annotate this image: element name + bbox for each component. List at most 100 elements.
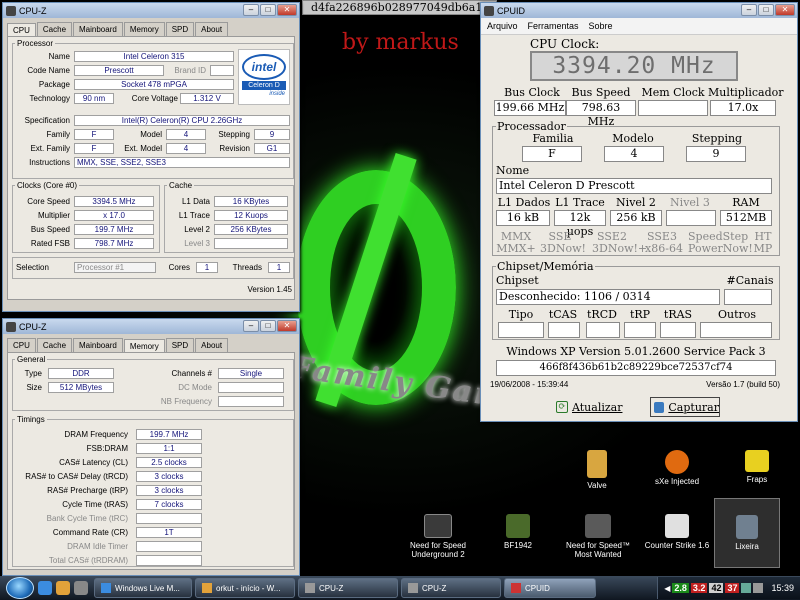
capture-button[interactable]: Capturar	[650, 397, 720, 417]
cpuz-window-memory[interactable]: CPU-Z – □ ✕ CPU Cache Mainboard Memory S…	[2, 318, 300, 576]
titlebar[interactable]: CPU-Z – □ ✕	[3, 3, 299, 18]
desktop-icon-label: Need for Speed Underground 2	[409, 541, 467, 559]
desktop-icon-nfsu2[interactable]: Need for Speed Underground 2	[398, 514, 478, 559]
version-text: Version 1.45	[247, 285, 292, 294]
desktop-icon-bf1942[interactable]: BF1942	[478, 514, 558, 550]
ie-icon[interactable]	[38, 581, 52, 595]
nome-label: Nome	[496, 164, 530, 177]
trdram-label: Total CAS# (tRDRAM)	[48, 556, 128, 565]
tab-cache[interactable]: Cache	[36, 338, 73, 352]
familia-value: F	[522, 146, 582, 162]
tab-about[interactable]: About	[195, 22, 229, 36]
chipset-label: Chipset	[496, 274, 539, 287]
tray-expand-icon[interactable]: ◀	[664, 584, 670, 593]
system-tray: ◀ 2.8 3.2 42 37 15:39	[657, 577, 800, 599]
inside-text: inside	[269, 91, 285, 97]
tray-value-2: 3.2	[690, 583, 708, 593]
taskbar-button-cpuz-2[interactable]: CPU-Z	[401, 578, 501, 598]
trc-value	[136, 513, 202, 524]
stepping-value: 9	[686, 146, 746, 162]
close-button[interactable]: ✕	[277, 320, 297, 332]
tab-mainboard[interactable]: Mainboard	[73, 338, 123, 352]
tab-memory[interactable]: Memory	[123, 22, 165, 36]
wallpaper-signature: by markus	[342, 30, 459, 55]
volume-icon[interactable]	[753, 583, 764, 593]
tras-value	[660, 322, 696, 338]
show-desktop-icon[interactable]	[74, 581, 88, 595]
close-button[interactable]: ✕	[277, 4, 297, 16]
l1-trace-value: 12 Kuops	[214, 210, 288, 221]
timings-legend: Timings	[17, 415, 45, 424]
desktop-icon-nfsmw[interactable]: Need for Speed™ Most Wanted	[558, 514, 638, 559]
tab-spd[interactable]: SPD	[165, 22, 195, 36]
titlebar[interactable]: CPUID – □ ✕	[481, 3, 797, 18]
update-button[interactable]: ⟳ Atualizar	[556, 398, 630, 416]
tcas-label: tCAS	[548, 308, 578, 321]
tab-mainboard[interactable]: Mainboard	[73, 22, 123, 36]
nfs-mw-icon	[585, 514, 611, 538]
bus-clock-value: 199.66 MHz	[494, 100, 566, 116]
minimize-button[interactable]: –	[741, 4, 757, 16]
refresh-icon: ⟳	[556, 401, 568, 413]
familia-label: Familia	[532, 132, 574, 145]
level2-value: 256 KBytes	[214, 224, 288, 235]
revision-label: Revision	[219, 144, 250, 153]
taskbar-button-windows-live[interactable]: Windows Live M...	[94, 578, 192, 598]
l1-dados-value: 16 kB	[496, 210, 550, 226]
ram-label: RAM	[732, 196, 760, 209]
tras-label: Cycle Time (tRAS)	[62, 500, 128, 509]
menu-arquivo[interactable]: Arquivo	[487, 21, 518, 31]
codename-label: Code Name	[27, 66, 70, 75]
tab-cpu[interactable]: CPU	[7, 338, 36, 352]
tab-memory[interactable]: Memory	[123, 339, 165, 353]
flag-x86-64: x86-64	[645, 242, 683, 255]
minimize-button[interactable]: –	[243, 4, 259, 16]
desktop-icon-fraps[interactable]: Fraps	[717, 450, 797, 484]
l1-dados-label: L1 Dados	[497, 196, 551, 209]
taskbar-button-cpuid[interactable]: CPUID	[504, 578, 596, 598]
level3-label: Level 3	[184, 239, 210, 248]
maximize-button[interactable]: □	[758, 4, 774, 16]
folder-icon	[587, 450, 607, 478]
titlebar[interactable]: CPU-Z – □ ✕	[3, 319, 299, 334]
trcd-value: 3 clocks	[136, 471, 202, 482]
cpuz-window-cpu[interactable]: CPU-Z – □ ✕ CPU Cache Mainboard Memory S…	[2, 2, 300, 312]
desktop-icon-valve[interactable]: Valve	[557, 450, 637, 490]
desktop-icon-cs16[interactable]: Counter Strike 1.6	[637, 514, 717, 550]
network-icon[interactable]	[741, 583, 752, 593]
model-label: Model	[140, 130, 162, 139]
cores-value: 1	[196, 262, 218, 273]
menu-sobre[interactable]: Sobre	[589, 21, 613, 31]
desktop-icon-label: sXe Injected	[654, 477, 700, 486]
close-button[interactable]: ✕	[775, 4, 795, 16]
minimize-button[interactable]: –	[243, 320, 259, 332]
flag-powernow: PowerNow!	[688, 242, 753, 255]
bf1942-icon	[506, 514, 530, 538]
taskbar-button-orkut[interactable]: orkut - início - W...	[195, 578, 295, 598]
firefox-icon[interactable]	[56, 581, 70, 595]
bus-speed-label: Bus Speed	[571, 86, 631, 99]
clock[interactable]: 15:39	[771, 583, 794, 593]
maximize-button[interactable]: □	[260, 320, 276, 332]
start-button[interactable]	[6, 577, 34, 599]
mem-clock-value	[638, 100, 708, 116]
taskbar-button-cpuz-1[interactable]: CPU-Z	[298, 578, 398, 598]
menu-ferramentas[interactable]: Ferramentas	[528, 21, 579, 31]
trp-label: RAS# Precharge (tRP)	[47, 486, 128, 495]
tab-cache[interactable]: Cache	[36, 22, 73, 36]
bus-clock-label: Bus Clock	[504, 86, 560, 99]
selection-dropdown[interactable]: Processor #1	[74, 262, 156, 273]
dram-freq-label: DRAM Frequency	[64, 430, 128, 439]
maximize-button[interactable]: □	[260, 4, 276, 16]
tab-cpu[interactable]: CPU	[7, 23, 36, 37]
tab-spd[interactable]: SPD	[165, 338, 195, 352]
tab-about[interactable]: About	[195, 338, 229, 352]
tray-value-1: 2.8	[672, 583, 689, 593]
revision-value: G1	[254, 143, 290, 154]
multiplier-value: 17.0x	[710, 100, 776, 116]
cpu-panel: Processor Name Intel Celeron 315 Code Na…	[7, 36, 295, 300]
desktop-icon-recycle-bin[interactable]: Lixeira	[714, 498, 780, 568]
name-label: Name	[48, 52, 70, 61]
brandid-label: Brand ID	[174, 66, 206, 75]
desktop-icon-sxe[interactable]: sXe Injected	[637, 450, 717, 486]
